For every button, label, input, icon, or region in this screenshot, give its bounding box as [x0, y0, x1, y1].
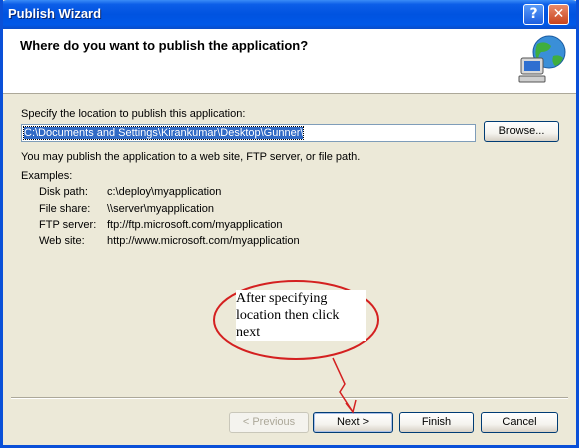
- finish-button[interactable]: Finish: [399, 412, 474, 433]
- globe-computer-icon: [518, 35, 566, 83]
- wizard-header: Where do you want to publish the applica…: [3, 29, 576, 94]
- examples-label: Examples:: [21, 170, 73, 182]
- help-button[interactable]: ?: [523, 4, 544, 25]
- example-key: FTP server:: [39, 219, 97, 231]
- example-key: Disk path:: [39, 186, 88, 198]
- title-bar[interactable]: Publish Wizard ? ✕: [3, 0, 576, 29]
- cancel-button[interactable]: Cancel: [481, 412, 558, 433]
- example-value: c:\deploy\myapplication: [107, 186, 222, 198]
- previous-button[interactable]: < Previous: [229, 412, 309, 433]
- next-button[interactable]: Next >: [313, 412, 393, 433]
- footer-divider: [11, 397, 568, 399]
- location-input[interactable]: C:\Documents and Settings\Kirankumar\Des…: [21, 124, 476, 142]
- example-value: ftp://ftp.microsoft.com/myapplication: [107, 219, 283, 231]
- example-value: \\server\myapplication: [107, 203, 214, 215]
- close-button[interactable]: ✕: [548, 4, 569, 25]
- location-input-value: C:\Documents and Settings\Kirankumar\Des…: [22, 126, 305, 140]
- page-heading: Where do you want to publish the applica…: [20, 38, 309, 53]
- example-key: File share:: [39, 203, 91, 215]
- window-title: Publish Wizard: [8, 6, 102, 21]
- example-key: Web site:: [39, 235, 85, 247]
- publish-info-text: You may publish the application to a web…: [21, 151, 361, 163]
- location-label: Specify the location to publish this app…: [21, 108, 246, 120]
- publish-wizard-window: Publish Wizard ? ✕ Where do you want to …: [0, 0, 579, 448]
- example-value: http://www.microsoft.com/myapplication: [107, 235, 300, 247]
- annotation-callout: After specifying location then click nex…: [236, 290, 366, 341]
- browse-button[interactable]: Browse...: [484, 121, 559, 142]
